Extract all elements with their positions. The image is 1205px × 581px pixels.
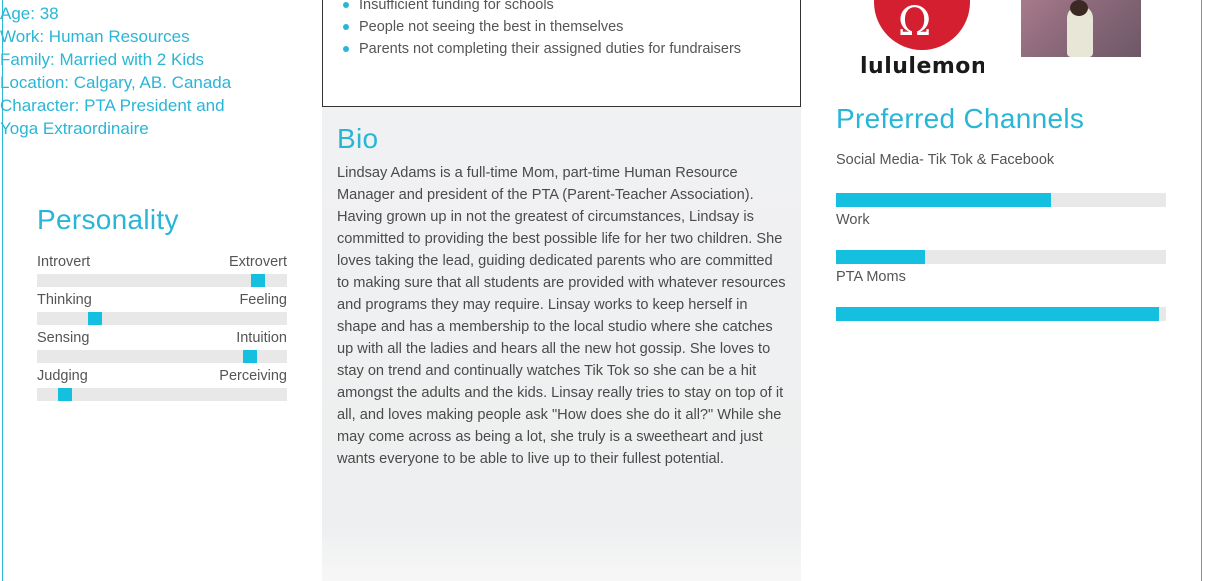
frustrations-box: Insufficient funding for schools People … [322, 0, 801, 107]
bio-title: Bio [337, 123, 379, 154]
trait-track [37, 274, 287, 287]
channel-bar-pta [836, 307, 1166, 321]
channel-bar-work: PTA Moms [836, 250, 1166, 286]
channel-fill [836, 193, 1051, 207]
influencer-photo [1021, 0, 1141, 57]
trait-left-label: Judging [37, 368, 88, 384]
trait-marker [88, 312, 102, 325]
trait-right-label: Feeling [239, 292, 287, 308]
logo-wordmark: lululemon [860, 54, 984, 78]
channel-label-social: Social Media- Tik Tok & Facebook [836, 152, 1055, 168]
trait-right-label: Intuition [236, 330, 287, 346]
photo-head [1070, 0, 1088, 16]
channel-label-work: Work [836, 212, 870, 228]
info-work: Work: Human Resources [0, 27, 190, 46]
trait-judging-perceiving: Judging Perceiving [37, 367, 287, 401]
trait-introvert-extrovert: Introvert Extrovert [37, 253, 287, 287]
channels-title: Preferred Channels [836, 103, 1085, 134]
trait-track [37, 388, 287, 401]
bio-panel: Bio Lindsay Adams is a full-time Mom, pa… [322, 107, 801, 581]
info-family: Family: Married with 2 Kids [0, 50, 205, 69]
trait-thinking-feeling: Thinking Feeling [37, 291, 287, 325]
trait-track [37, 350, 287, 363]
channel-track [836, 250, 1166, 264]
trait-marker [251, 274, 265, 287]
trait-left-label: Introvert [37, 254, 91, 270]
frustrations-list: Insufficient funding for schools People … [343, 0, 741, 60]
trait-left-label: Sensing [37, 330, 90, 346]
trait-sensing-intuition: Sensing Intuition [37, 329, 287, 363]
channel-track [836, 307, 1166, 321]
trait-track [37, 312, 287, 325]
info-age: Age: 38 [0, 4, 59, 23]
channel-fill [836, 250, 926, 264]
list-item: People not seeing the best in themselves [343, 16, 741, 38]
trait-right-label: Extrovert [228, 254, 287, 270]
personality-title: Personality [37, 204, 179, 235]
info-location: Location: Calgary, AB. Canada [0, 73, 232, 92]
lululemon-logo: Ω lululemon [860, 0, 984, 78]
trait-left-label: Thinking [37, 292, 92, 308]
channel-bar-social: Work [836, 193, 1166, 229]
channel-fill [836, 307, 1160, 321]
trait-right-label: Perceiving [219, 368, 287, 384]
profile-info: Age: 38 Work: Human Resources Family: Ma… [0, 2, 260, 140]
info-character: Character: PTA President and [0, 96, 225, 115]
info-character-cont: Yoga Extraordinaire [0, 119, 149, 138]
channel-label-pta: PTA Moms [836, 269, 906, 285]
trait-marker [58, 388, 72, 401]
logo-mark-icon: Ω [898, 0, 932, 45]
trait-marker [243, 350, 257, 363]
bio-text: Lindsay Adams is a full-time Mom, part-t… [337, 165, 786, 467]
list-item: Insufficient funding for schools [343, 0, 741, 16]
channel-track [836, 193, 1166, 207]
list-item: Parents not completing their assigned du… [343, 38, 741, 60]
